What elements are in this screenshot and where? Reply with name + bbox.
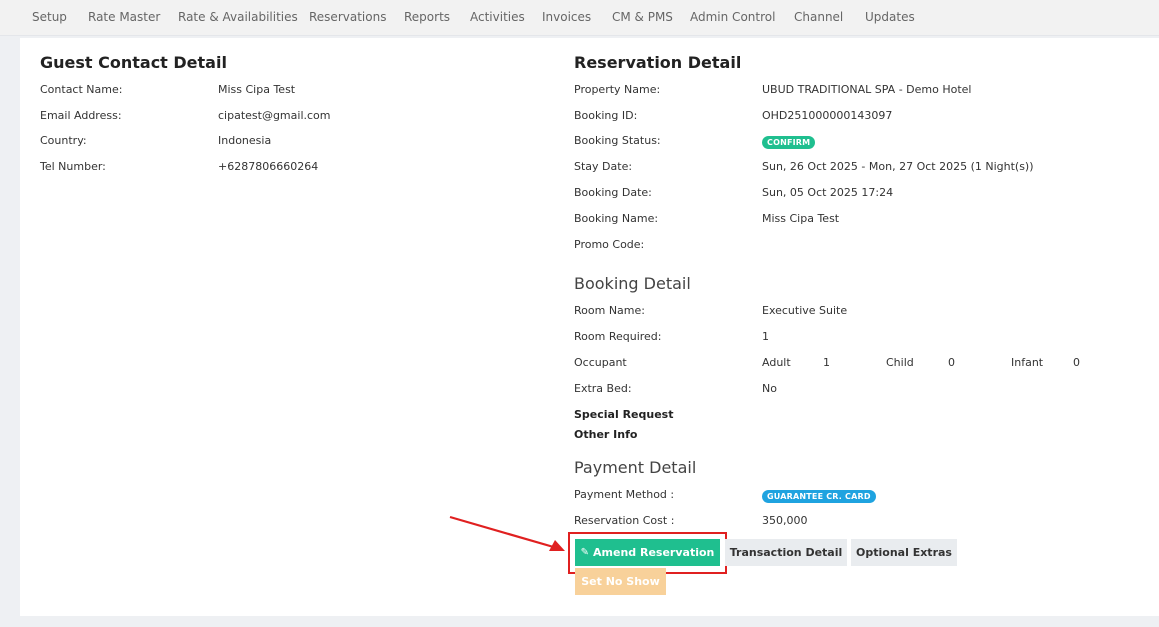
guest-contact-title: Guest Contact Detail <box>40 53 227 72</box>
nav-updates[interactable]: Updates <box>865 10 915 24</box>
booking-status-badge: CONFIRM <box>762 136 816 149</box>
nav-setup[interactable]: Setup <box>32 10 67 24</box>
set-no-show-button[interactable]: Set No Show <box>575 568 666 595</box>
reservation-cost-value: 350,000 <box>762 514 808 527</box>
optional-extras-button[interactable]: Optional Extras <box>851 539 957 566</box>
booking-date-label: Booking Date: <box>574 186 652 199</box>
nav-reservations[interactable]: Reservations <box>309 10 386 24</box>
nav-rate-master[interactable]: Rate Master <box>88 10 160 24</box>
booking-detail-title: Booking Detail <box>574 274 691 293</box>
nav-admin-control[interactable]: Admin Control <box>690 10 775 24</box>
booking-name-value: Miss Cipa Test <box>762 212 840 225</box>
transaction-detail-button[interactable]: Transaction Detail <box>725 539 847 566</box>
reservation-detail-title: Reservation Detail <box>574 53 742 72</box>
top-nav: Setup Rate Master Rate & Availabilities … <box>0 0 1159 36</box>
infant-label: Infant <box>1011 356 1044 369</box>
booking-date-value: Sun, 05 Oct 2025 17:24 <box>762 186 894 199</box>
country-value: Indonesia <box>218 134 272 147</box>
payment-detail-title: Payment Detail <box>574 458 697 477</box>
other-info-label: Other Info <box>574 428 638 441</box>
adult-value: 1 <box>823 356 830 369</box>
property-name-value: UBUD TRADITIONAL SPA - Demo Hotel <box>762 83 972 96</box>
reservation-card <box>20 38 1159 616</box>
tel-label: Tel Number: <box>40 160 106 173</box>
special-request-label: Special Request <box>574 408 674 421</box>
extra-bed-value: No <box>762 382 777 395</box>
nav-activities[interactable]: Activities <box>470 10 525 24</box>
booking-status-label: Booking Status: <box>574 134 661 147</box>
room-name-value: Executive Suite <box>762 304 848 317</box>
booking-name-label: Booking Name: <box>574 212 659 225</box>
contact-name-value: Miss Cipa Test <box>218 83 296 96</box>
reservation-cost-label: Reservation Cost : <box>574 514 675 527</box>
nav-invoices[interactable]: Invoices <box>542 10 591 24</box>
occupant-label: Occupant <box>574 356 627 369</box>
annotation-arrow-icon <box>449 515 565 551</box>
child-label: Child <box>886 356 914 369</box>
nav-rate-availabilities[interactable]: Rate & Availabilities <box>178 10 298 24</box>
room-name-label: Room Name: <box>574 304 645 317</box>
promo-code-label: Promo Code: <box>574 238 645 251</box>
room-required-value: 1 <box>762 330 769 343</box>
country-label: Country: <box>40 134 87 147</box>
payment-method-badge: GUARANTEE CR. CARD <box>762 490 876 503</box>
adult-label: Adult <box>762 356 791 369</box>
infant-value: 0 <box>1073 356 1080 369</box>
nav-reports[interactable]: Reports <box>404 10 450 24</box>
email-label: Email Address: <box>40 109 122 122</box>
stay-date-value: Sun, 26 Oct 2025 - Mon, 27 Oct 2025 (1 N… <box>762 160 1034 173</box>
nav-channel[interactable]: Channel <box>794 10 843 24</box>
extra-bed-label: Extra Bed: <box>574 382 632 395</box>
tel-value: +6287806660264 <box>218 160 319 173</box>
payment-method-label: Payment Method : <box>574 488 675 501</box>
booking-id-label: Booking ID: <box>574 109 638 122</box>
stay-date-label: Stay Date: <box>574 160 633 173</box>
property-name-label: Property Name: <box>574 83 661 96</box>
booking-id-value: OHD251000000143097 <box>762 109 893 122</box>
nav-cm-pms[interactable]: CM & PMS <box>612 10 673 24</box>
email-value: cipatest@gmail.com <box>218 109 331 122</box>
child-value: 0 <box>948 356 955 369</box>
contact-name-label: Contact Name: <box>40 83 123 96</box>
room-required-label: Room Required: <box>574 330 662 343</box>
